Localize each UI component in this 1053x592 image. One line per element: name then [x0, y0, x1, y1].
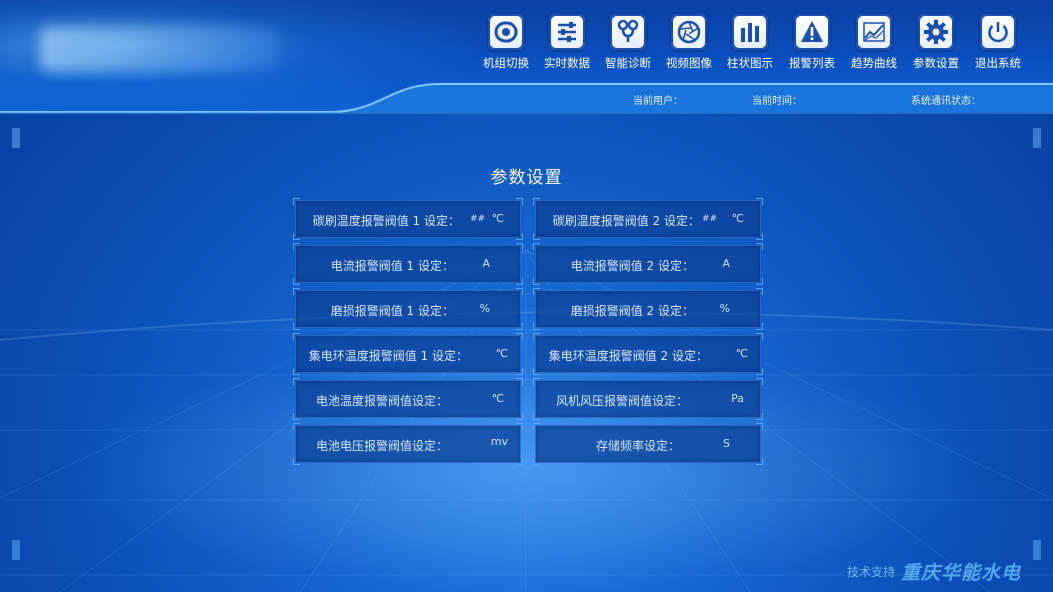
- toolbar-label: 退出系统: [975, 56, 1021, 70]
- param-field[interactable]: 电流报警阀值 2 设定： A: [533, 243, 763, 285]
- warning-icon: [794, 14, 830, 50]
- toolbar-unit-switch[interactable]: 机组切换: [476, 14, 536, 71]
- camera-aperture-icon: [671, 14, 707, 50]
- stethoscope-icon: [610, 14, 646, 50]
- param-label: 集电环温度报警阀值 1 设定：: [308, 349, 468, 363]
- param-unit: Pa: [731, 392, 744, 405]
- param-label: 磨损报警阀值 1 设定：: [330, 304, 454, 318]
- param-label: 碳刷温度报警阀值 1 设定：: [312, 214, 460, 228]
- toolbar-label: 趋势曲线: [851, 56, 897, 70]
- toolbar-realtime-data[interactable]: 实时数据: [537, 14, 597, 71]
- tech-support-label: 技术支持: [846, 565, 895, 579]
- footer-credit: 技术支持 重庆华能水电: [847, 558, 1021, 585]
- side-decoration: [1033, 540, 1041, 560]
- param-field[interactable]: 存储频率设定： S: [533, 423, 763, 465]
- comm-status-label: 系统通讯状态：: [911, 96, 981, 107]
- side-decoration: [12, 540, 20, 560]
- param-field[interactable]: 碳刷温度报警阀值 1 设定： ## ℃: [293, 198, 523, 240]
- param-label: 集电环温度报警阀值 2 设定：: [548, 349, 708, 363]
- param-field[interactable]: 风机风压报警阀值设定： Pa: [533, 378, 763, 420]
- param-field[interactable]: 电池温度报警阀值设定： ℃: [293, 378, 523, 420]
- param-unit: ℃: [491, 392, 504, 405]
- param-field[interactable]: 电流报警阀值 1 设定： A: [293, 243, 523, 285]
- param-unit: S: [723, 437, 730, 450]
- param-field[interactable]: 碳刷温度报警阀值 2 设定： ## ℃: [533, 198, 763, 240]
- param-unit: A: [482, 257, 490, 270]
- status-bar: 当前用户： 当前时间： 系统通讯状态：: [430, 89, 1053, 109]
- param-unit: ℃: [491, 212, 504, 225]
- toolbar-label: 智能诊断: [605, 56, 651, 70]
- toolbar-label: 参数设置: [913, 56, 959, 70]
- param-value[interactable]: ##: [470, 214, 485, 224]
- trend-line-icon: [856, 14, 892, 50]
- sliders-icon: [549, 14, 585, 50]
- toolbar-label: 报警列表: [789, 56, 835, 70]
- param-field[interactable]: 集电环温度报警阀值 1 设定： ℃: [293, 333, 523, 375]
- param-field[interactable]: 磨损报警阀值 1 设定： %: [293, 288, 523, 330]
- toolbar-alarm-list[interactable]: 报警列表: [782, 14, 842, 71]
- param-label: 电流报警阀值 1 设定：: [330, 259, 454, 273]
- switch-icon: [488, 14, 524, 50]
- power-icon: [980, 14, 1016, 50]
- param-field[interactable]: 磨损报警阀值 2 设定： %: [533, 288, 763, 330]
- toolbar-label: 实时数据: [544, 56, 590, 70]
- param-unit: ℃: [495, 347, 508, 360]
- param-unit: %: [719, 302, 730, 315]
- toolbar-label: 机组切换: [483, 56, 529, 70]
- side-decoration: [12, 128, 20, 148]
- toolbar-smart-diagnosis[interactable]: 智能诊断: [598, 14, 658, 71]
- parameter-grid: 碳刷温度报警阀值 1 设定： ## ℃ 碳刷温度报警阀值 2 设定： ## ℃ …: [292, 197, 763, 467]
- param-unit: %: [479, 302, 490, 315]
- param-field[interactable]: 集电环温度报警阀值 2 设定： ℃: [533, 333, 763, 375]
- param-label: 风机风压报警阀值设定：: [555, 394, 688, 408]
- company-name: 重庆华能水电: [900, 562, 1021, 584]
- param-label: 电池电压报警阀值设定：: [315, 439, 448, 453]
- param-label: 磨损报警阀值 2 设定：: [570, 304, 694, 318]
- page-title: 参数设置: [490, 168, 563, 188]
- param-label: 电流报警阀值 2 设定：: [570, 259, 694, 273]
- param-unit: A: [722, 257, 730, 270]
- toolbar-label: 视频图像: [666, 56, 712, 70]
- bar-chart-icon: [732, 14, 768, 50]
- toolbar-video[interactable]: 视频图像: [659, 14, 719, 71]
- param-unit: ℃: [735, 347, 748, 360]
- current-time-label: 当前时间：: [752, 96, 802, 107]
- param-field[interactable]: 电池电压报警阀值设定： mv: [293, 423, 523, 465]
- gear-icon: [918, 14, 954, 50]
- param-label: 存储频率设定：: [595, 439, 680, 453]
- current-user-label: 当前用户：: [633, 96, 683, 107]
- param-label: 电池温度报警阀值设定：: [315, 394, 448, 408]
- param-unit: mv: [490, 435, 508, 448]
- toolbar-bar-chart[interactable]: 柱状图示: [720, 14, 780, 71]
- toolbar-trend-curve[interactable]: 趋势曲线: [844, 14, 904, 71]
- param-value[interactable]: ##: [702, 214, 717, 224]
- param-label: 碳刷温度报警阀值 2 设定：: [552, 214, 700, 228]
- side-decoration: [1033, 128, 1041, 148]
- toolbar-label: 柱状图示: [727, 56, 773, 70]
- param-unit: ℃: [731, 212, 744, 225]
- toolbar-exit-system[interactable]: 退出系统: [968, 14, 1028, 71]
- toolbar-parameter-settings[interactable]: 参数设置: [906, 14, 966, 71]
